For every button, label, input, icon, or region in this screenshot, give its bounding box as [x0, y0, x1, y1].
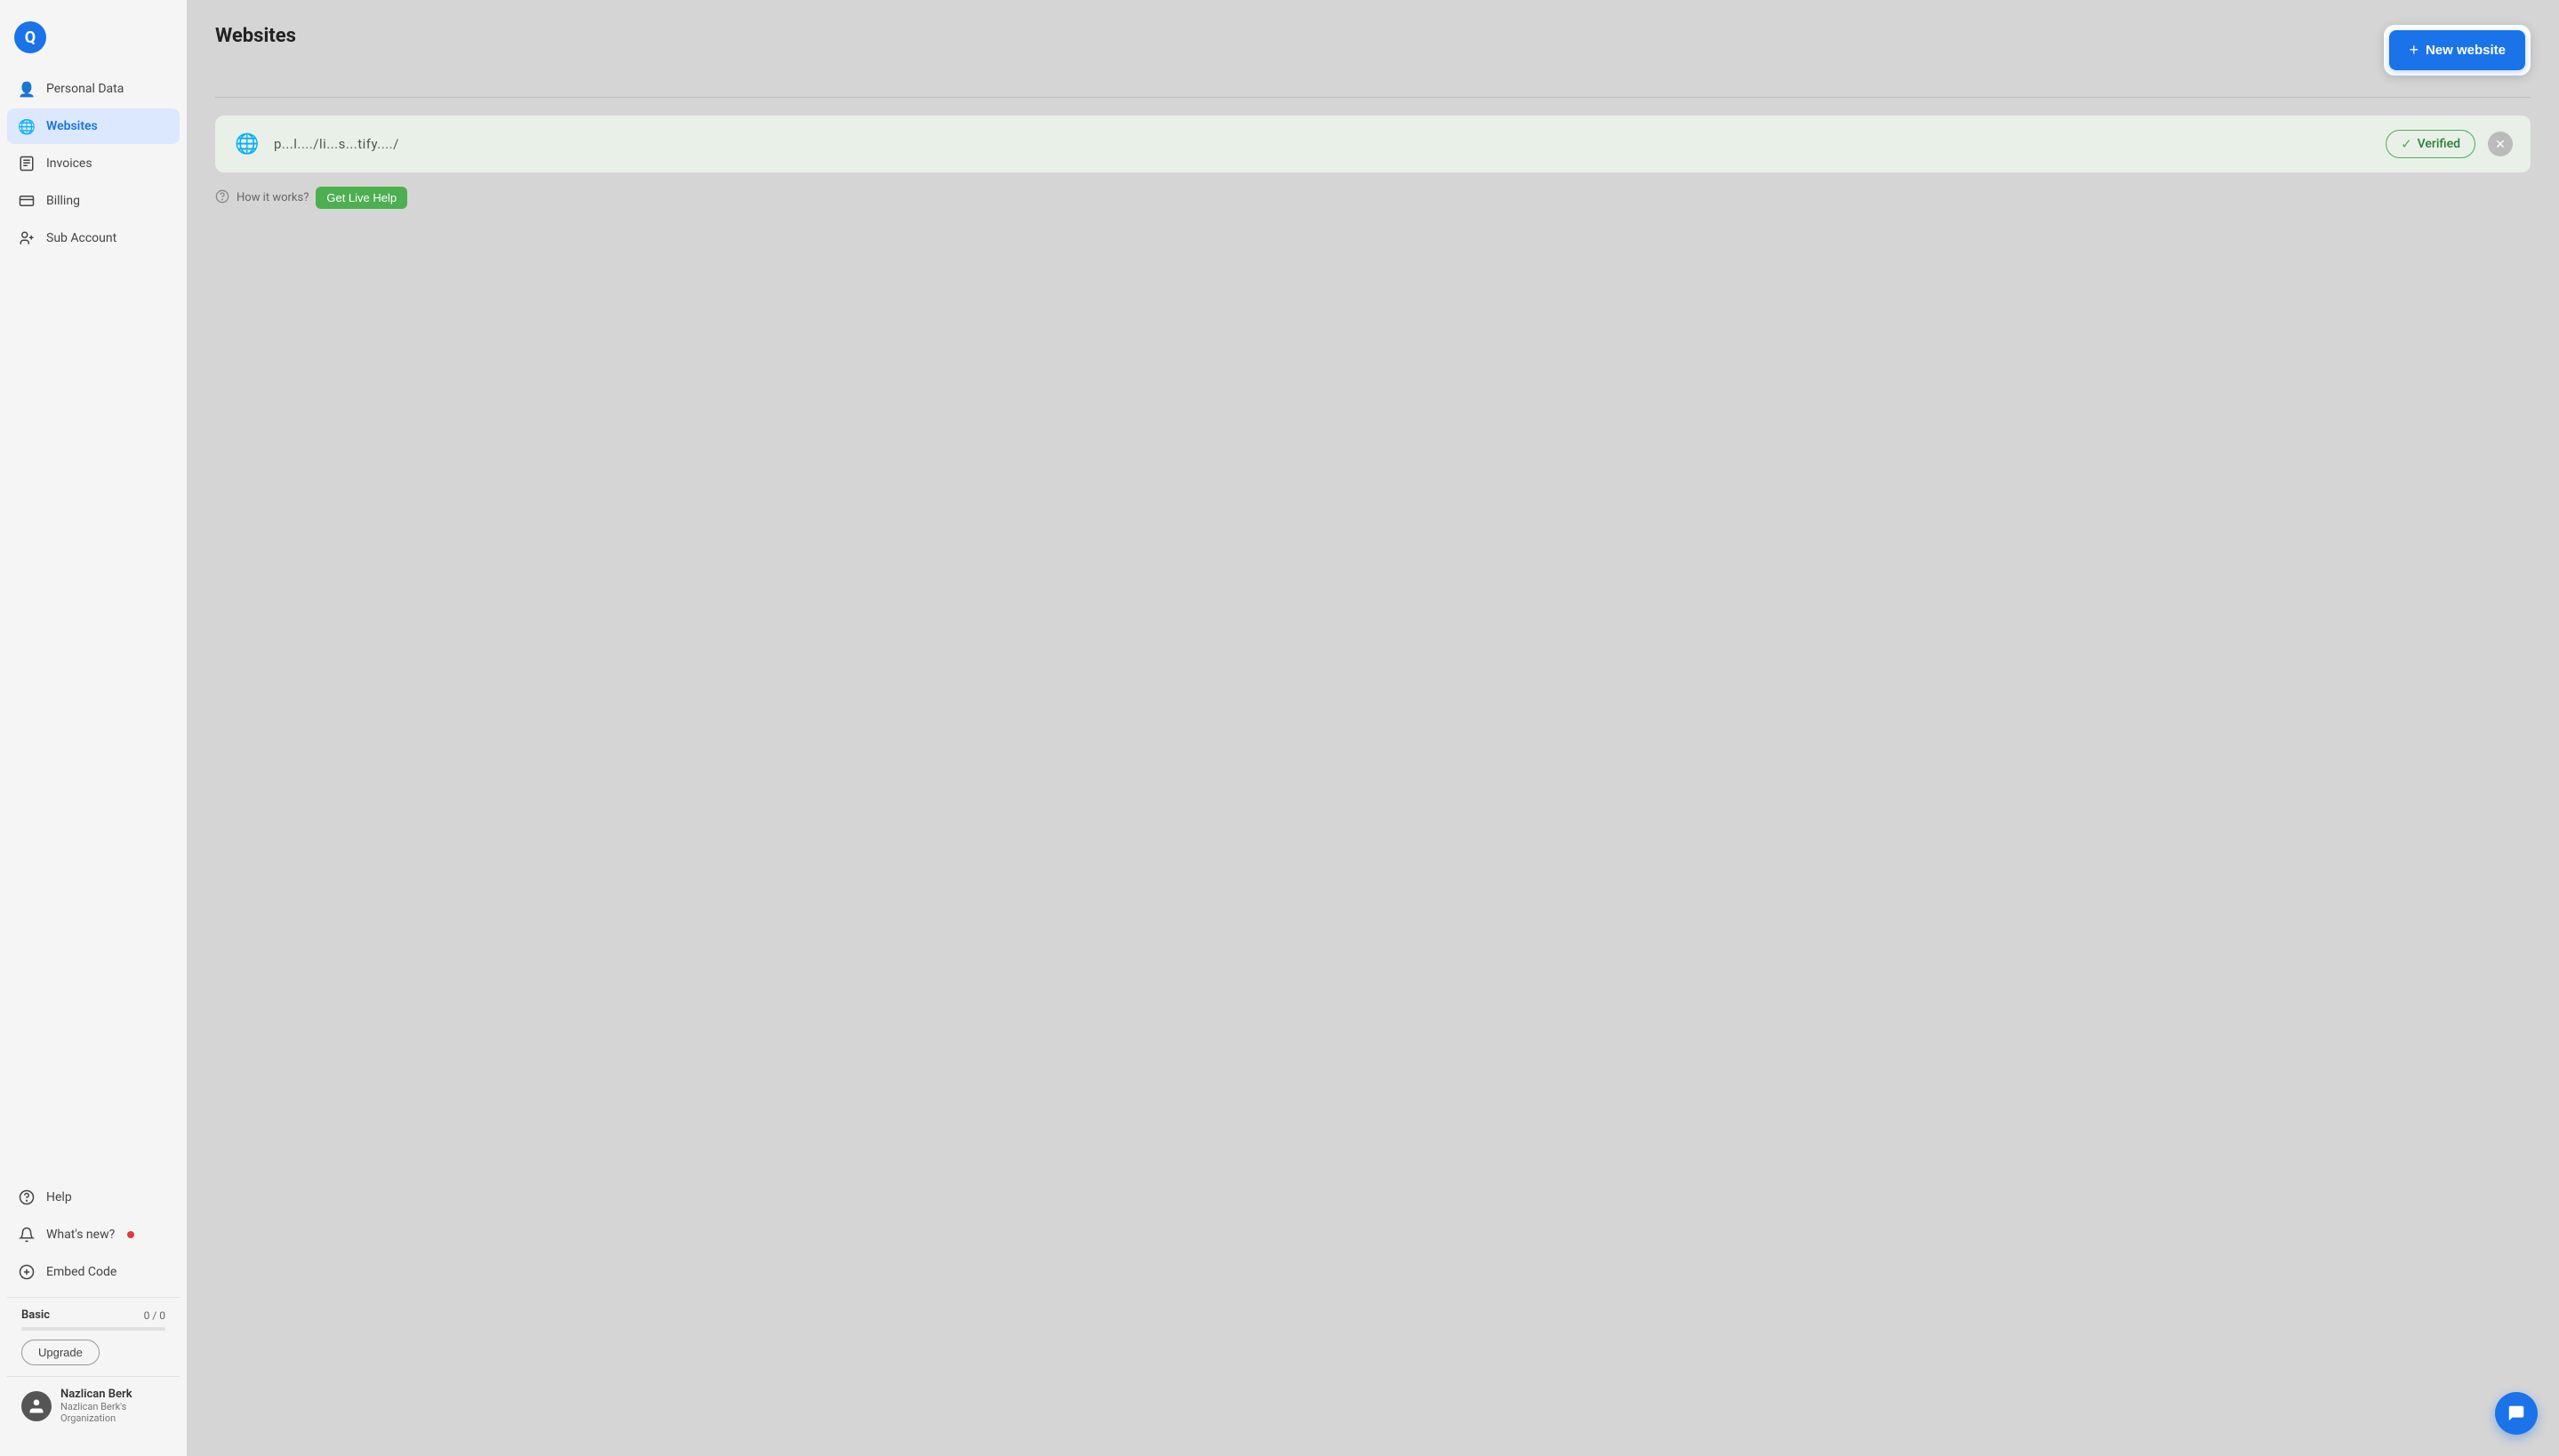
- sub-account-icon: [18, 229, 36, 247]
- main-content: Websites + New website 🌐 p...l..../li...…: [187, 0, 2559, 1456]
- sidebar-item-billing[interactable]: Billing: [7, 183, 180, 219]
- help-icon: [18, 1188, 36, 1206]
- billing-icon: [18, 192, 36, 210]
- remove-website-button[interactable]: ✕: [2488, 132, 2513, 156]
- upgrade-button[interactable]: Upgrade: [21, 1340, 100, 1365]
- title-divider: [215, 97, 2531, 98]
- verified-label: Verified: [2418, 137, 2460, 151]
- how-it-works-text: How it works?: [237, 191, 309, 204]
- user-info: Nazlican Berk Nazlican Berk's Organizati…: [60, 1388, 165, 1424]
- globe-icon: 🌐: [233, 130, 261, 158]
- close-icon: ✕: [2495, 137, 2506, 152]
- sidebar-item-label-invoices: Invoices: [46, 156, 92, 171]
- logo-area: Q: [0, 14, 187, 71]
- sidebar-bottom: Help What's new? Embed Code: [0, 1180, 187, 1442]
- user-org: Nazlican Berk's Organization: [60, 1401, 165, 1424]
- sidebar-item-whats-new[interactable]: What's new?: [7, 1217, 180, 1252]
- app-logo[interactable]: Q: [14, 21, 46, 53]
- invoices-icon: [18, 155, 36, 172]
- user-name: Nazlican Berk: [60, 1388, 165, 1401]
- chat-fab-button[interactable]: [2495, 1392, 2538, 1435]
- personal-data-icon: 👤: [18, 80, 36, 98]
- plan-section: Basic 0 / 0 Upgrade: [7, 1297, 180, 1376]
- sidebar-item-label-embed-code: Embed Code: [46, 1265, 116, 1279]
- how-it-works-row: How it works? Get Live Help: [215, 187, 2531, 209]
- user-section: Nazlican Berk Nazlican Berk's Organizati…: [7, 1376, 180, 1435]
- sidebar-item-sub-account[interactable]: Sub Account: [7, 220, 180, 256]
- sidebar-item-label-personal-data: Personal Data: [46, 82, 124, 96]
- sidebar-item-websites[interactable]: 🌐 Websites: [7, 108, 180, 144]
- websites-icon: 🌐: [18, 117, 36, 135]
- sidebar-item-invoices[interactable]: Invoices: [7, 146, 180, 181]
- get-live-help-button[interactable]: Get Live Help: [316, 187, 407, 209]
- sidebar: Q 👤 Personal Data 🌐 Websites Invoices: [0, 0, 187, 1456]
- avatar: [21, 1391, 52, 1421]
- sidebar-item-label-billing: Billing: [46, 194, 80, 208]
- sidebar-item-label-websites: Websites: [46, 119, 98, 133]
- website-card: 🌐 p...l..../li...s...tify..../ ✓ Verifie…: [215, 116, 2531, 172]
- website-url: p...l..../li...s...tify..../: [274, 136, 399, 152]
- logo-text: Q: [25, 28, 36, 47]
- sidebar-item-help[interactable]: Help: [7, 1180, 180, 1215]
- new-website-button[interactable]: + New website: [2389, 30, 2525, 70]
- sidebar-nav: 👤 Personal Data 🌐 Websites Invoices: [0, 71, 187, 1180]
- website-card-right: ✓ Verified ✕: [2386, 130, 2513, 158]
- website-card-left: 🌐 p...l..../li...s...tify..../: [233, 130, 399, 158]
- verified-badge: ✓ Verified: [2386, 130, 2475, 158]
- page-header: Websites + New website: [215, 25, 2531, 76]
- new-website-btn-wrapper: + New website: [2384, 25, 2531, 76]
- plus-icon: +: [2409, 41, 2419, 60]
- notification-dot: [127, 1231, 134, 1238]
- bell-icon: [18, 1226, 36, 1244]
- plan-name: Basic: [21, 1308, 50, 1322]
- sidebar-item-label-whats-new: What's new?: [46, 1228, 115, 1242]
- sidebar-item-personal-data[interactable]: 👤 Personal Data: [7, 71, 180, 107]
- sidebar-item-embed-code[interactable]: Embed Code: [7, 1254, 180, 1290]
- sidebar-item-label-sub-account: Sub Account: [46, 231, 116, 245]
- plan-count: 0 / 0: [144, 1309, 165, 1322]
- new-website-btn-label: New website: [2426, 43, 2506, 58]
- sidebar-item-label-help: Help: [46, 1190, 72, 1204]
- question-circle-icon: [215, 189, 229, 207]
- plan-header: Basic 0 / 0: [21, 1308, 165, 1322]
- page-title: Websites: [215, 25, 296, 47]
- check-icon: ✓: [2401, 136, 2412, 152]
- plan-progress-bar: [21, 1327, 165, 1331]
- embed-code-icon: [18, 1263, 36, 1281]
